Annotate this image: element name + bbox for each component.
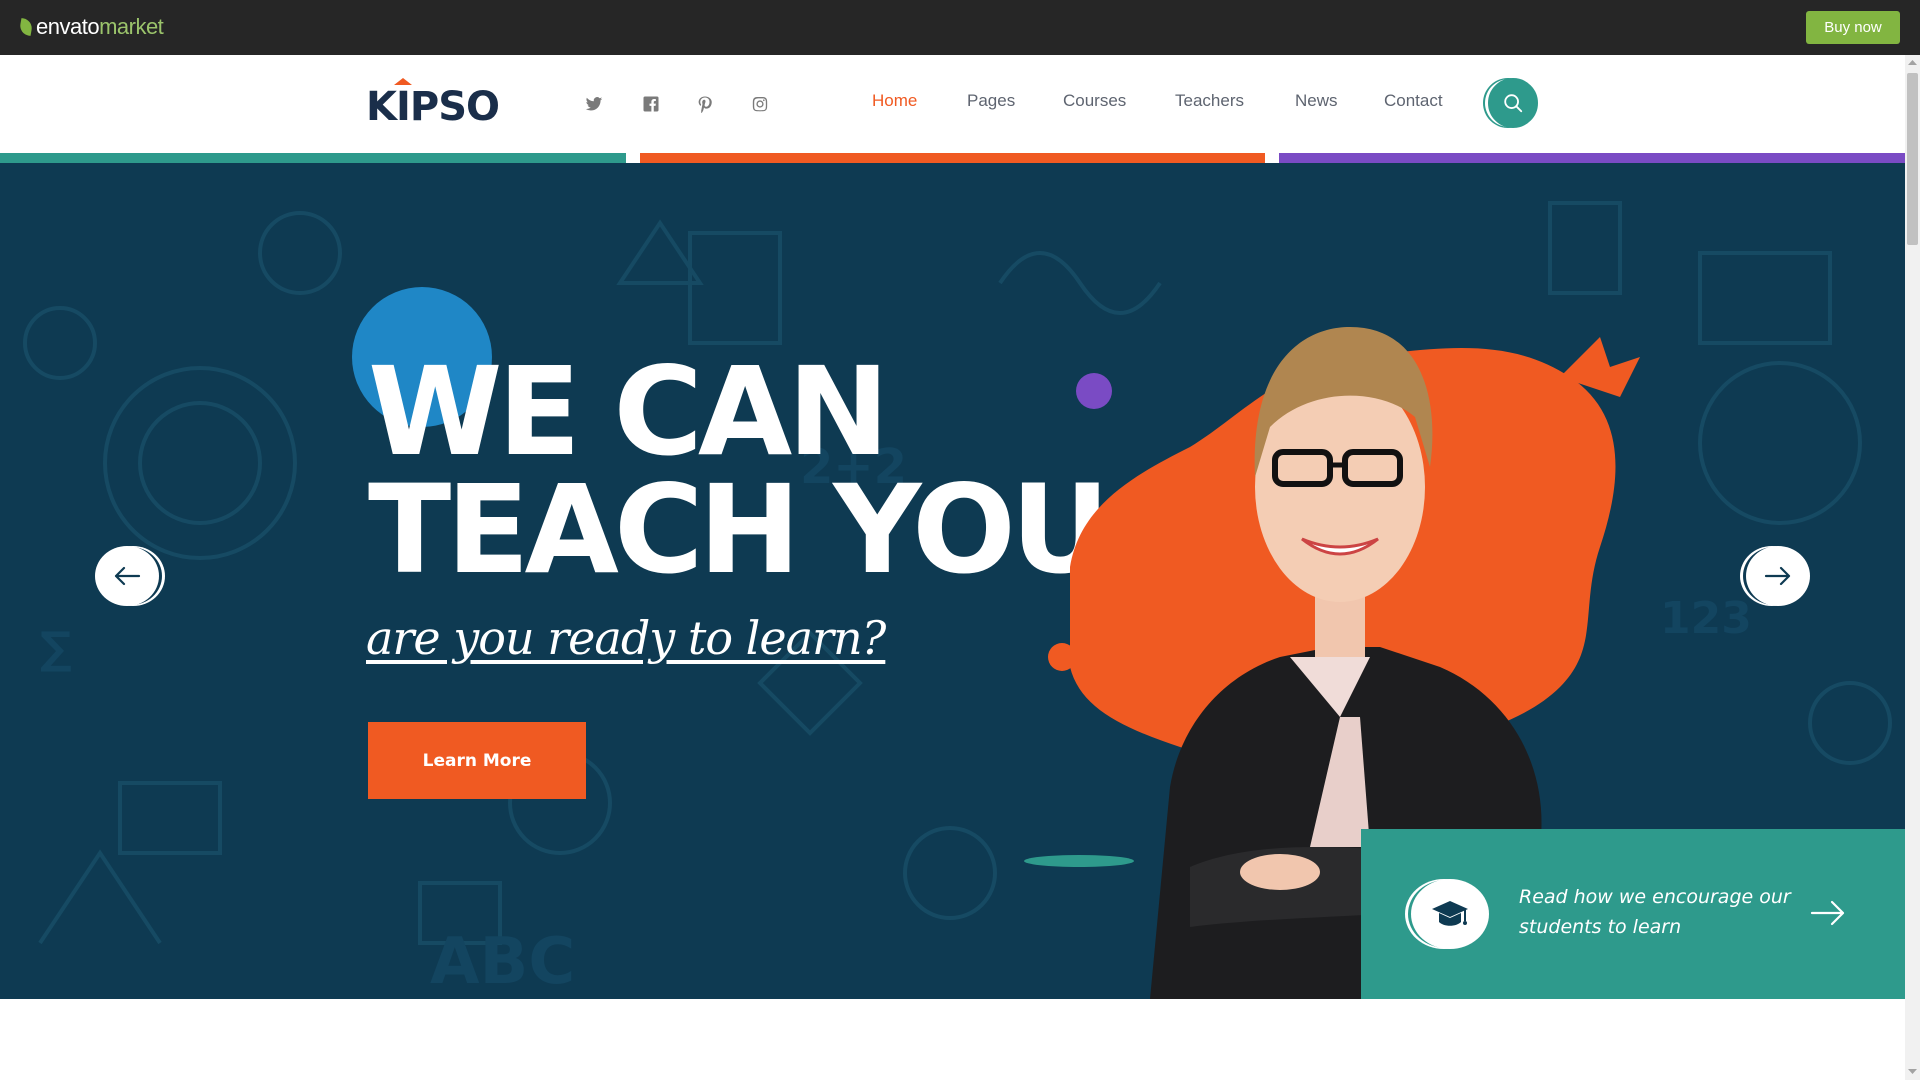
- slider-prev-button[interactable]: [95, 546, 159, 606]
- hero-slider: ABC 2+2 123 ABC ∑ WE CAN TEACH YOU are y…: [0, 163, 1905, 999]
- search-icon: [1504, 94, 1523, 113]
- strip-teal: [0, 153, 626, 163]
- nav-pages[interactable]: Pages: [967, 91, 1015, 111]
- nav-contact[interactable]: Contact: [1384, 91, 1443, 111]
- headline-line-2: TEACH YOU: [368, 459, 1110, 601]
- nav-news[interactable]: News: [1295, 91, 1338, 111]
- decorative-teal-disc: [1024, 855, 1134, 867]
- graduation-cap-icon: [1432, 901, 1468, 926]
- svg-text:∑: ∑: [40, 623, 72, 674]
- instagram-icon[interactable]: [748, 92, 772, 116]
- envato-leaf-icon: [18, 18, 34, 36]
- arrow-right-icon[interactable]: [1810, 899, 1846, 927]
- encourage-students-card[interactable]: Read how we encourage our students to le…: [1361, 829, 1905, 999]
- nav-teachers[interactable]: Teachers: [1175, 91, 1244, 111]
- strip-orange: [640, 153, 1265, 163]
- scroll-down-icon[interactable]: [1905, 1065, 1920, 1077]
- site-header: KIPSO Home Pages Courses Teachers News C…: [0, 55, 1905, 153]
- nav-courses[interactable]: Courses: [1063, 91, 1126, 111]
- scroll-up-icon[interactable]: [1905, 57, 1920, 69]
- envato-top-bar: envato market Buy now: [0, 0, 1920, 55]
- slider-next-button[interactable]: [1746, 546, 1810, 606]
- hero-tagline: are you ready to learn?: [366, 611, 886, 665]
- strip-purple: [1279, 153, 1905, 163]
- hero-headline: WE CAN TEACH YOU: [368, 341, 1110, 601]
- twitter-icon[interactable]: [582, 92, 606, 116]
- search-button[interactable]: [1488, 78, 1538, 128]
- buy-now-button[interactable]: Buy now: [1806, 11, 1900, 44]
- nav-home[interactable]: Home: [872, 91, 917, 111]
- kipso-logo[interactable]: KIPSO: [366, 78, 500, 130]
- facebook-icon[interactable]: [639, 92, 663, 116]
- svg-text:123: 123: [1660, 593, 1752, 644]
- scrollbar-thumb[interactable]: [1907, 73, 1918, 245]
- page-scrollbar[interactable]: [1905, 55, 1920, 1080]
- envato-logo-text: envato: [36, 14, 100, 39]
- svg-text:ABC: ABC: [430, 925, 575, 999]
- brand-name: KIPSO: [366, 84, 500, 130]
- learn-more-button[interactable]: Learn More: [368, 722, 586, 799]
- pinterest-icon[interactable]: [693, 92, 717, 116]
- encourage-students-text: Read how we encourage our students to le…: [1519, 886, 1791, 938]
- arrow-left-icon: [114, 566, 141, 586]
- graduation-cap-icon-circle: [1411, 879, 1489, 949]
- envato-market-logo[interactable]: envato market: [18, 14, 164, 40]
- headline-line-1: WE CAN: [368, 341, 889, 483]
- market-logo-text: market: [99, 14, 164, 39]
- arrow-right-icon: [1764, 566, 1791, 586]
